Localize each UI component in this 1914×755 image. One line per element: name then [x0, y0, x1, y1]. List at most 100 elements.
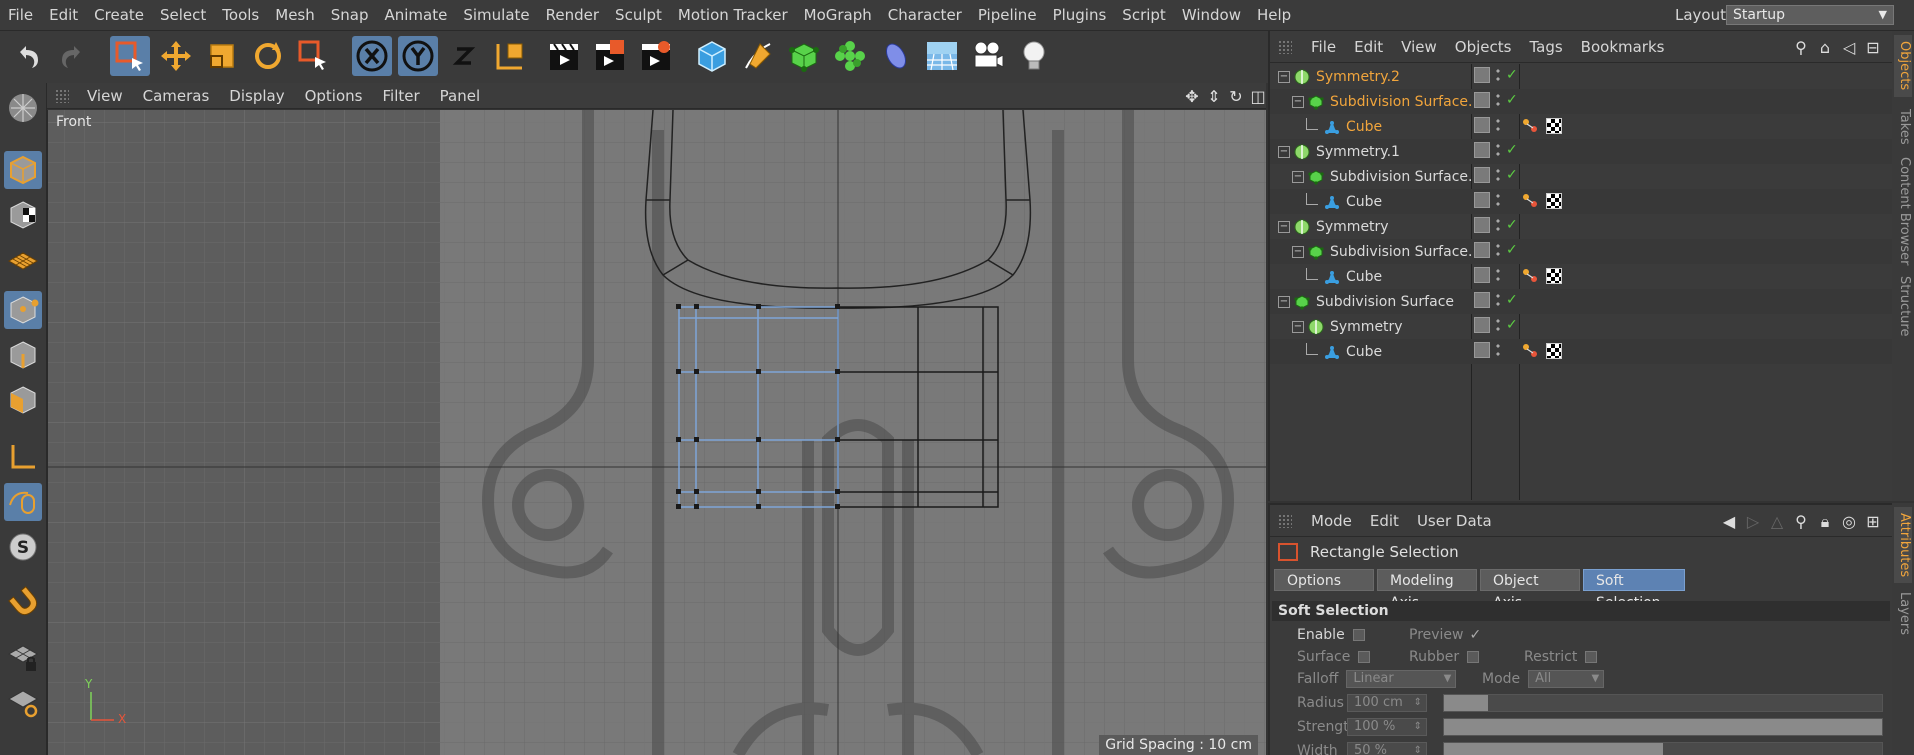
menu-file[interactable]: File — [0, 0, 41, 31]
menu-animate[interactable]: Animate — [377, 0, 456, 31]
search-icon[interactable]: ⚲ — [1792, 38, 1810, 57]
layer-icon[interactable] — [1474, 292, 1490, 308]
object-row[interactable]: − Symmetry.1 ✓ — [1270, 139, 1894, 164]
material-tag-icon[interactable] — [1546, 268, 1562, 284]
layer-icon[interactable] — [1474, 217, 1490, 233]
object-name[interactable]: Cube — [1346, 269, 1382, 285]
live-selection-button[interactable] — [110, 36, 150, 76]
object-name[interactable]: Subdivision Surface.1 — [1330, 169, 1481, 185]
attributes-menu-edit[interactable]: Edit — [1361, 512, 1408, 530]
viewport-menu-panel[interactable]: Panel — [430, 87, 490, 105]
menu-sculpt[interactable]: Sculpt — [607, 0, 670, 31]
menu-simulate[interactable]: Simulate — [455, 0, 537, 31]
object-name[interactable]: Subdivision Surface.1 — [1330, 94, 1481, 110]
object-row[interactable]: − Subdivision Surface ✓ — [1270, 289, 1894, 314]
layer-icon[interactable] — [1474, 192, 1490, 208]
radius-slider[interactable] — [1443, 694, 1883, 712]
object-row[interactable]: − Symmetry.2 ✓ — [1270, 64, 1894, 89]
search-icon[interactable]: ⚲ — [1792, 512, 1810, 532]
panel-grip[interactable] — [55, 88, 69, 103]
menu-select[interactable]: Select — [152, 0, 214, 31]
phong-tag-icon[interactable] — [1522, 268, 1540, 284]
object-name[interactable]: Cube — [1346, 119, 1382, 135]
object-row[interactable]: − Subdivision Surface.1 ✓ — [1270, 89, 1894, 114]
visibility-dots-icon[interactable] — [1494, 192, 1502, 208]
menu-create[interactable]: Create — [86, 0, 152, 31]
strength-field[interactable]: 100 % ⇕ — [1347, 718, 1427, 736]
tab-structure[interactable]: Structure — [1894, 273, 1912, 339]
visibility-dots-icon[interactable] — [1494, 242, 1502, 258]
object-row[interactable]: Cube — [1270, 339, 1894, 364]
add-deformer-button[interactable] — [876, 36, 916, 76]
back-arrow-icon[interactable]: ◀ — [1720, 512, 1738, 532]
locked-workplane-button[interactable] — [4, 638, 42, 676]
visibility-dots-icon[interactable] — [1494, 217, 1502, 233]
tab-modeling-axis[interactable]: Modeling Axis — [1377, 569, 1477, 611]
objects-menu-objects[interactable]: Objects — [1446, 38, 1521, 56]
tab-options[interactable]: Options — [1274, 569, 1374, 591]
mode-dropdown[interactable]: All ▼ — [1528, 670, 1605, 688]
model-mode-button[interactable] — [4, 151, 42, 189]
visibility-dots-icon[interactable] — [1494, 67, 1502, 83]
edges-mode-button[interactable] — [4, 336, 42, 374]
object-name[interactable]: Symmetry.2 — [1316, 69, 1400, 85]
collapse-toggle-icon[interactable]: − — [1278, 295, 1290, 308]
surface-checkbox[interactable] — [1358, 651, 1371, 663]
object-name[interactable]: Symmetry — [1330, 319, 1403, 335]
width-slider[interactable] — [1443, 742, 1883, 755]
toggle-view-icon[interactable]: ◫ — [1250, 87, 1266, 106]
back-icon[interactable]: ◁ — [1840, 38, 1858, 57]
visibility-dots-icon[interactable] — [1494, 317, 1502, 333]
width-field[interactable]: 50 % ⇕ — [1347, 742, 1427, 755]
object-name[interactable]: Cube — [1346, 344, 1382, 360]
polygons-mode-button[interactable] — [4, 381, 42, 419]
layout-select[interactable]: Startup ▼ — [1726, 5, 1894, 25]
coordinate-system-button[interactable] — [490, 36, 530, 76]
expand-panel-icon[interactable]: ⊞ — [1864, 512, 1882, 532]
object-name[interactable]: Symmetry.1 — [1316, 144, 1400, 160]
object-row[interactable]: − Subdivision Surface.1 ✓ — [1270, 239, 1894, 264]
recent-tools-button[interactable] — [294, 36, 334, 76]
material-tag-icon[interactable] — [1546, 193, 1562, 209]
object-row[interactable]: Cube — [1270, 189, 1894, 214]
object-row[interactable]: Cube — [1270, 114, 1894, 139]
snapping-button[interactable]: S — [4, 528, 42, 566]
menu-tools[interactable]: Tools — [214, 0, 267, 31]
visibility-dots-icon[interactable] — [1494, 142, 1502, 158]
points-mode-button[interactable] — [4, 291, 42, 329]
radius-field[interactable]: 100 cm ⇕ — [1347, 694, 1427, 712]
enable-axis-button[interactable] — [4, 438, 42, 476]
enabled-check-icon[interactable]: ✓ — [1506, 67, 1518, 83]
forward-arrow-icon[interactable]: ▷ — [1744, 512, 1762, 532]
objects-menu-tags[interactable]: Tags — [1520, 38, 1571, 56]
tab-layers[interactable]: Layers — [1894, 589, 1912, 639]
object-row[interactable]: − Subdivision Surface.1 ✓ — [1270, 164, 1894, 189]
scale-button[interactable] — [202, 36, 242, 76]
visibility-dots-icon[interactable] — [1494, 117, 1502, 133]
objects-menu-edit[interactable]: Edit — [1345, 38, 1392, 56]
rotate-button[interactable] — [248, 36, 288, 76]
collapse-toggle-icon[interactable]: − — [1278, 70, 1290, 83]
menu-script[interactable]: Script — [1114, 0, 1174, 31]
object-row[interactable]: Cube — [1270, 264, 1894, 289]
add-cloner-button[interactable] — [830, 36, 870, 76]
layer-icon[interactable] — [1474, 342, 1490, 358]
enabled-check-icon[interactable]: ✓ — [1506, 142, 1518, 158]
enabled-check-icon[interactable]: ✓ — [1506, 167, 1518, 183]
tab-content-browser[interactable]: Content Browser — [1894, 155, 1912, 267]
dolly-icon[interactable]: ⇕ — [1206, 87, 1222, 106]
objects-menu-view[interactable]: View — [1392, 38, 1446, 56]
planar-workplane-button[interactable] — [4, 683, 42, 721]
visibility-dots-icon[interactable] — [1494, 92, 1502, 108]
layer-icon[interactable] — [1474, 117, 1490, 133]
menu-mesh[interactable]: Mesh — [267, 0, 323, 31]
orbit-icon[interactable]: ↻ — [1228, 87, 1244, 106]
visibility-dots-icon[interactable] — [1494, 167, 1502, 183]
menu-mograph[interactable]: MoGraph — [796, 0, 880, 31]
move-button[interactable] — [156, 36, 196, 76]
magnet-button[interactable] — [4, 583, 42, 621]
objects-menu-file[interactable]: File — [1302, 38, 1345, 56]
render-to-picture-viewer-button[interactable] — [590, 36, 630, 76]
material-tag-icon[interactable] — [1546, 118, 1562, 134]
up-arrow-icon[interactable]: △ — [1768, 512, 1786, 532]
